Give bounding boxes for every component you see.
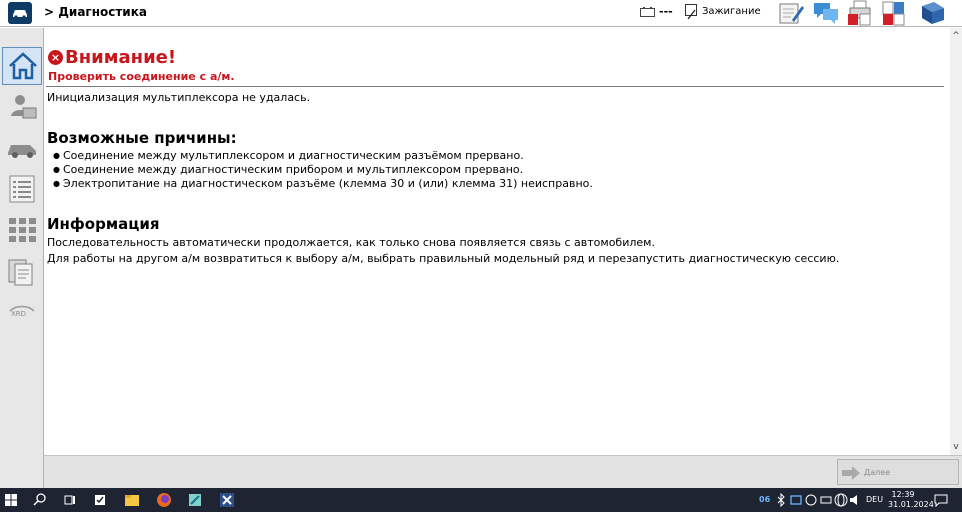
pdf-print-icon[interactable] xyxy=(846,0,874,26)
list-icon xyxy=(9,175,35,203)
nav-xrd[interactable]: XRD xyxy=(2,298,42,336)
manual-book-icon[interactable] xyxy=(918,0,946,26)
app-logo-car-icon[interactable] xyxy=(8,2,32,24)
warning-header: × Внимание! xyxy=(48,47,176,68)
bottom-action-bar: Далее xyxy=(44,455,962,488)
language-indicator[interactable]: DEU xyxy=(866,495,883,504)
checkbox-app-icon[interactable] xyxy=(92,492,108,508)
home-icon xyxy=(9,52,37,80)
bluetooth-icon[interactable] xyxy=(773,492,789,508)
clock-date: 31.01.2024 xyxy=(888,500,934,509)
diagnostic-app-icon[interactable] xyxy=(219,492,235,508)
list-item: Электропитание на диагностическом разъём… xyxy=(53,177,593,191)
vertical-scrollbar[interactable]: ^ v xyxy=(950,28,962,455)
intro-text: Инициализация мультиплексора не удалась. xyxy=(47,91,311,104)
error-circle-icon: × xyxy=(48,50,63,65)
warning-subtitle: Проверить соединение с а/м. xyxy=(48,70,235,83)
ignition-checkbox[interactable] xyxy=(685,4,697,20)
causes-heading: Возможные причины: xyxy=(47,129,237,147)
chat-icon[interactable] xyxy=(812,0,840,26)
nav-vehicle[interactable] xyxy=(2,130,42,168)
user-vehicle-icon xyxy=(11,95,37,119)
windows-start-icon[interactable] xyxy=(3,492,19,508)
battery-status: --- xyxy=(659,5,673,18)
control-units-grid-icon xyxy=(9,218,36,242)
info-line: Для работы на другом а/м возвратиться к … xyxy=(47,252,840,265)
scroll-up-arrow-icon[interactable]: ^ xyxy=(951,31,961,41)
notifications-icon[interactable] xyxy=(933,492,949,508)
next-button-label: Далее xyxy=(864,468,891,477)
nav-home[interactable] xyxy=(2,47,42,85)
top-header: > Диагностика --- Зажигание xyxy=(0,0,962,27)
search-icon[interactable] xyxy=(32,492,48,508)
nav-list[interactable] xyxy=(2,171,42,209)
message-panel: × Внимание! Проверить соединение с а/м. … xyxy=(44,28,950,455)
list-item: Соединение между диагностическим приборо… xyxy=(53,163,593,177)
ignition-label: Зажигание xyxy=(702,6,761,17)
divider xyxy=(46,86,944,87)
usb-tray-icon[interactable] xyxy=(803,492,819,508)
clock-time: 12:39 xyxy=(891,490,915,499)
arrow-right-icon xyxy=(842,466,860,480)
left-nav-sidebar: XRD xyxy=(0,28,44,488)
nav-control-units[interactable] xyxy=(2,212,42,250)
next-button[interactable]: Далее xyxy=(837,459,959,485)
system-clock[interactable]: 12:39 31.01.2024 xyxy=(888,490,934,510)
firefox-icon[interactable] xyxy=(156,492,172,508)
info-line: Последовательность автоматически продолж… xyxy=(47,236,655,249)
scroll-down-arrow-icon[interactable]: v xyxy=(951,442,961,452)
tray-badge[interactable]: 06 xyxy=(759,495,770,504)
causes-list: Соединение между мультиплексором и диагн… xyxy=(53,149,593,191)
battery-tray-icon[interactable] xyxy=(818,492,834,508)
os-taskbar: 06 DEU 12:39 31.01.2024 xyxy=(0,488,962,512)
info-heading: Информация xyxy=(47,215,160,233)
file-explorer-icon[interactable] xyxy=(124,492,140,508)
notes-edit-icon[interactable] xyxy=(777,0,805,26)
breadcrumb: > Диагностика xyxy=(44,5,147,19)
nav-documents[interactable] xyxy=(2,254,42,292)
notes-app-icon[interactable] xyxy=(187,492,203,508)
warning-title: Внимание! xyxy=(65,47,177,68)
volume-icon[interactable] xyxy=(847,492,863,508)
battery-icon xyxy=(640,7,655,17)
nav-user-identification[interactable] xyxy=(2,89,42,127)
car-icon xyxy=(8,145,36,158)
xrd-label: XRD xyxy=(11,310,27,318)
network-tray-icon[interactable] xyxy=(788,492,804,508)
list-item: Соединение между мультиплексором и диагн… xyxy=(53,149,593,163)
pdf-export-icon[interactable] xyxy=(880,0,908,26)
documents-icon xyxy=(8,259,33,286)
task-view-icon[interactable] xyxy=(62,492,78,508)
